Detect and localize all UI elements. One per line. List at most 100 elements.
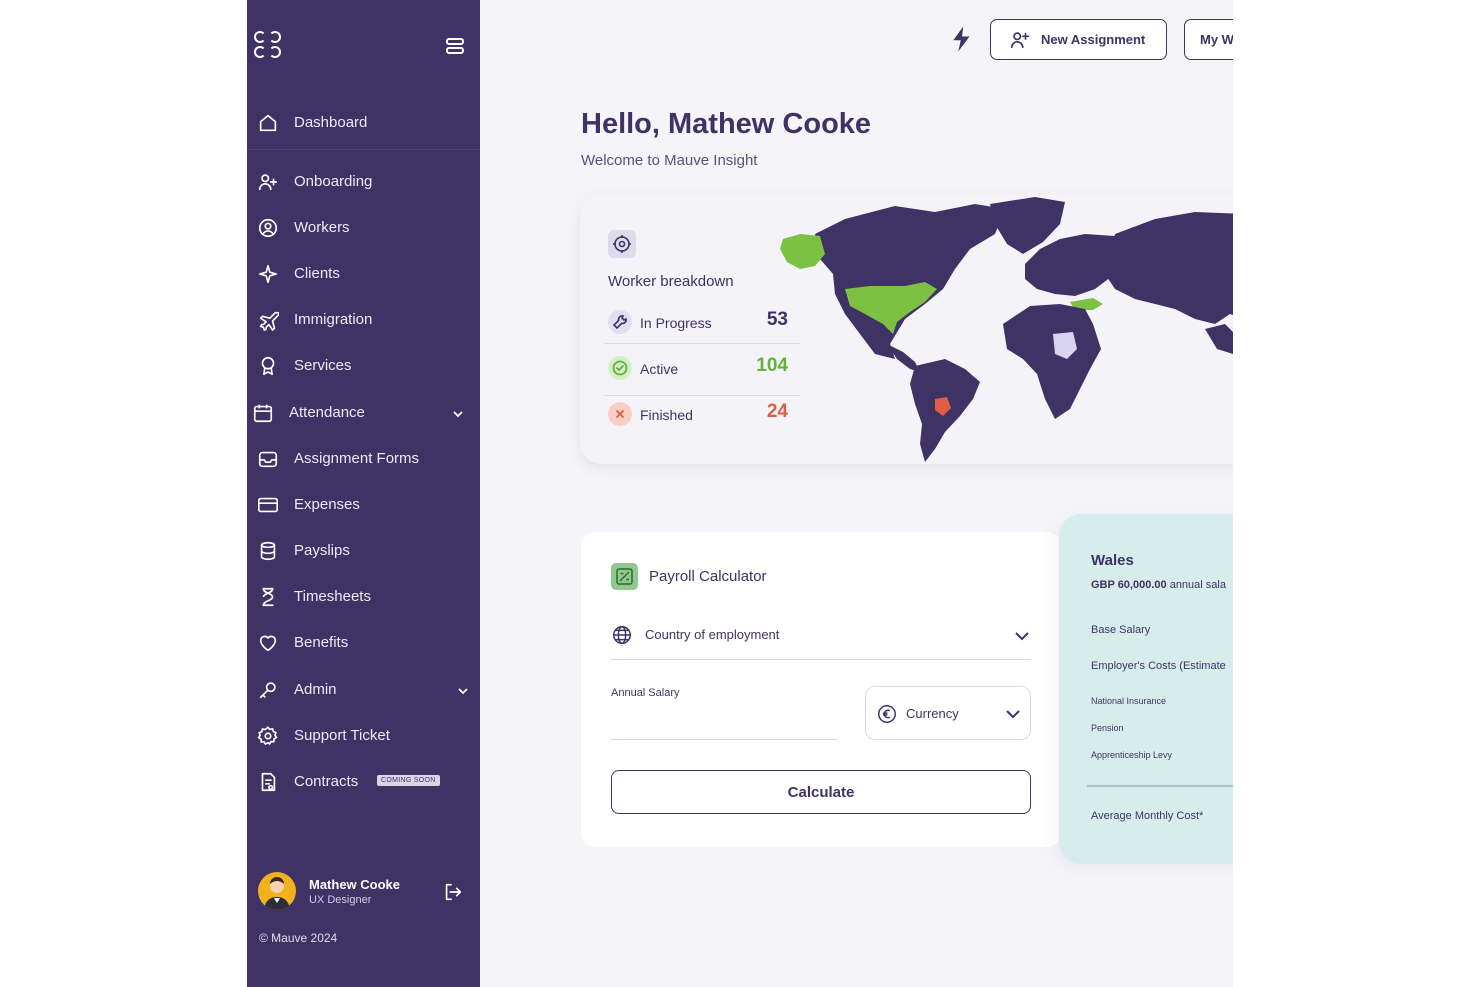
sidebar-item-label: Onboarding: [294, 173, 373, 190]
currency-select[interactable]: Currency: [865, 686, 1031, 740]
sidebar-item-immigration[interactable]: Immigration: [247, 300, 480, 340]
sidebar-item-label: Support Ticket: [294, 727, 390, 744]
national-insurance-label: National Insurance: [1091, 696, 1167, 706]
user-add-icon: [257, 171, 279, 193]
user-circle-icon: [257, 217, 279, 239]
active-row: Active 104: [604, 348, 800, 388]
calculate-button[interactable]: Calculate: [611, 770, 1031, 814]
map-asia: [1105, 212, 1233, 324]
calendar-icon: [252, 402, 274, 424]
user-add-icon: [1009, 29, 1031, 51]
sidebar-collapse-icon[interactable]: [445, 36, 467, 56]
active-label: Active: [640, 361, 679, 377]
welcome-subtitle: Welcome to Mauve Insight: [581, 152, 758, 169]
salary-suffix: annual sala: [1166, 579, 1226, 591]
sidebar-item-clients[interactable]: Clients: [247, 254, 480, 294]
sidebar-item-services[interactable]: Services: [247, 346, 480, 386]
map-southeast-asia: [1205, 324, 1233, 354]
calculator-icon: [611, 563, 638, 590]
worker-breakdown-card: Worker breakdown In Progress 53 Active 1…: [580, 194, 1233, 464]
sidebar-item-dashboard[interactable]: Dashboard: [247, 103, 480, 143]
payroll-calculator-title: Payroll Calculator: [649, 568, 767, 585]
chevron-down-icon: [1013, 627, 1031, 645]
database-icon: [257, 540, 279, 562]
map-africa: [1003, 304, 1101, 419]
sidebar-item-label: Admin: [294, 681, 337, 698]
document-icon: [257, 771, 279, 793]
average-monthly-cost-label: Average Monthly Cost*: [1091, 810, 1204, 822]
salary-amount: GBP 60,000.00: [1091, 579, 1167, 591]
sidebar-item-label: Attendance: [289, 404, 365, 421]
payroll-calculator-card: Payroll Calculator Country of employment…: [581, 532, 1061, 847]
chevron-down-icon: [1004, 705, 1022, 723]
new-assignment-button[interactable]: New Assignment: [990, 19, 1167, 60]
wales-title: Wales: [1091, 552, 1134, 569]
sidebar-item-onboarding[interactable]: Onboarding: [247, 162, 480, 202]
euro-icon: [876, 703, 898, 725]
currency-placeholder: Currency: [906, 706, 959, 721]
sidebar-item-label: Workers: [294, 219, 350, 236]
annual-salary-input[interactable]: [611, 704, 837, 740]
worker-breakdown-title: Worker breakdown: [608, 273, 734, 290]
check-circle-icon: [608, 356, 632, 380]
sidebar-item-label: Clients: [294, 265, 340, 282]
sidebar-item-admin[interactable]: Admin: [247, 670, 480, 710]
profile-role: UX Designer: [309, 894, 372, 906]
in-progress-label: In Progress: [640, 315, 712, 331]
sidebar-item-attendance[interactable]: Attendance: [247, 393, 480, 433]
my-work-button[interactable]: My W: [1184, 19, 1233, 60]
sidebar-item-label: Payslips: [294, 542, 350, 559]
world-map[interactable]: [775, 194, 1233, 464]
page-title: Hello, Mathew Cooke: [581, 108, 872, 140]
plane-icon: [257, 309, 280, 331]
inbox-icon: [257, 448, 279, 470]
sidebar-item-benefits[interactable]: Benefits: [247, 623, 480, 663]
sidebar-item-timesheets[interactable]: Timesheets: [247, 577, 480, 617]
globe-icon: [611, 624, 633, 646]
sidebar-item-support-ticket[interactable]: Support Ticket: [247, 716, 480, 756]
credit-card-icon: [257, 494, 279, 516]
target-icon: [608, 230, 636, 258]
sidebar-item-label: Timesheets: [294, 588, 371, 605]
my-work-label: My W: [1200, 32, 1233, 47]
wales-summary-card: Wales GBP 60,000.00 annual sala Base Sal…: [1059, 514, 1233, 864]
user-profile[interactable]: Mathew Cooke UX Designer: [258, 872, 468, 912]
coming-soon-badge: COMING SOON: [377, 775, 440, 786]
chevron-down-icon[interactable]: [452, 407, 464, 419]
summary-divider: [1087, 785, 1233, 787]
annual-salary-summary: GBP 60,000.00 annual sala: [1091, 579, 1226, 591]
sidebar-item-label: Contracts: [294, 773, 359, 790]
sidebar-item-assignment-forms[interactable]: Assignment Forms: [247, 439, 480, 479]
new-assignment-label: New Assignment: [1041, 32, 1146, 47]
sidebar-item-label: Dashboard: [294, 114, 368, 131]
heart-icon: [257, 632, 279, 654]
sidebar-divider: [247, 149, 480, 150]
logout-icon[interactable]: [442, 881, 464, 903]
mauve-logo-icon[interactable]: [254, 31, 282, 59]
sidebar-item-label: Expenses: [294, 496, 360, 513]
chevron-down-icon[interactable]: [457, 684, 469, 696]
map-alaska-highlight: [780, 234, 825, 269]
country-select[interactable]: Country of employment: [611, 618, 1031, 660]
copyright: © Mauve 2024: [259, 931, 338, 945]
base-salary-label: Base Salary: [1091, 624, 1151, 636]
pension-label: Pension: [1091, 723, 1124, 733]
apprenticeship-levy-label: Apprenticeship Levy: [1091, 750, 1173, 760]
award-icon: [257, 355, 279, 377]
home-icon: [257, 112, 279, 134]
sidebar-item-payslips[interactable]: Payslips: [247, 531, 480, 571]
country-select-placeholder: Country of employment: [645, 627, 780, 642]
employer-costs-label: Employer's Costs (Estimate: [1091, 660, 1226, 672]
sidebar-item-expenses[interactable]: Expenses: [247, 485, 480, 525]
sidebar-item-contracts[interactable]: Contracts COMING SOON: [247, 762, 480, 802]
close-circle-icon: [608, 402, 632, 426]
gear-icon: [257, 725, 279, 747]
sidebar-item-label: Benefits: [294, 634, 349, 651]
hourglass-icon: [257, 586, 279, 608]
sidebar-item-workers[interactable]: Workers: [247, 208, 480, 248]
sidebar-item-label: Services: [294, 357, 352, 374]
sidebar-item-label: Immigration: [294, 311, 373, 328]
in-progress-row: In Progress 53: [604, 302, 800, 342]
lightning-icon[interactable]: [947, 24, 977, 54]
sparkle-icon: [257, 263, 279, 285]
